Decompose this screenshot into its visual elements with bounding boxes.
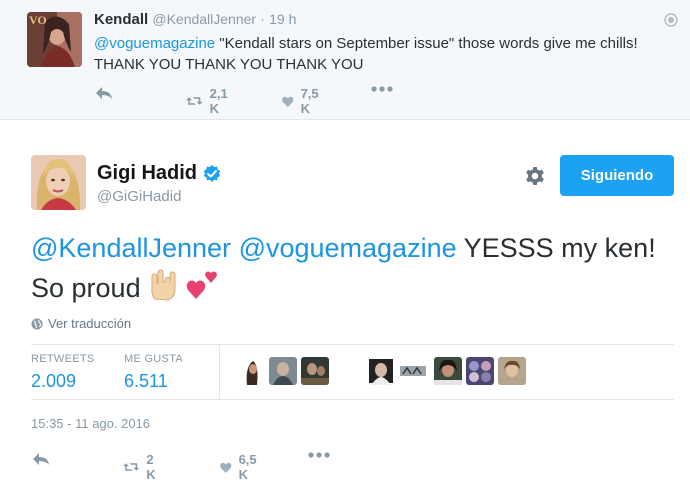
reply-icon [33, 453, 49, 465]
tweet-text: @KendallJenner @voguemagazine YESSS my k… [31, 228, 681, 308]
kendall-avatar[interactable]: VO [27, 12, 82, 67]
retweet-icon [186, 97, 203, 105]
verified-badge-icon [203, 164, 221, 182]
liker-avatar[interactable] [466, 357, 494, 385]
like-count: 6,5 K [238, 452, 257, 482]
like-button[interactable]: 6,5 K [220, 452, 261, 482]
retweet-count: 2,1 K [209, 86, 228, 116]
parent-tweet-header: Kendall @KendallJenner · 19 h [94, 11, 296, 28]
gear-icon[interactable] [524, 165, 546, 187]
reply-button[interactable] [31, 452, 51, 466]
retweets-stat[interactable]: RETWEETS 2.009 [31, 353, 95, 392]
chevron-down-icon[interactable] [664, 13, 678, 27]
parent-tweet-time[interactable]: 19 h [269, 11, 296, 27]
globe-icon [31, 318, 43, 329]
parent-author-name[interactable]: Kendall [94, 11, 148, 28]
author-name[interactable]: Gigi Hadid [97, 162, 221, 185]
two-hearts-emoji [186, 271, 217, 299]
translate-label: Ver traducción [48, 316, 132, 331]
liker-avatar[interactable] [239, 357, 267, 385]
mention-voguemagazine[interactable]: @voguemagazine [94, 35, 215, 52]
liker-avatar[interactable] [269, 357, 297, 385]
reply-button[interactable] [94, 86, 114, 100]
heart-icon [282, 96, 294, 107]
retweet-button[interactable]: 2 K [123, 452, 161, 482]
author-handle[interactable]: @GiGiHadid [97, 188, 181, 205]
like-button[interactable]: 7,5 K [282, 86, 323, 116]
liker-avatar[interactable] [498, 357, 526, 385]
parent-tweet-text: @voguemagazine "Kendall stars on Septemb… [94, 33, 664, 75]
liker-avatar[interactable] [367, 357, 395, 385]
liker-avatar[interactable] [434, 357, 462, 385]
liker-avatar[interactable] [301, 357, 329, 385]
mention-voguemagazine[interactable]: @voguemagazine [239, 233, 457, 263]
tweet-timestamp[interactable]: 15:35 - 11 ago. 2016 [31, 416, 150, 431]
retweet-button[interactable]: 2,1 K [186, 86, 233, 116]
separator-dot: · [260, 11, 265, 27]
author-name-text: Gigi Hadid [97, 162, 197, 184]
heart-icon [220, 462, 232, 473]
rock-on-hand-emoji [151, 269, 176, 301]
parent-tweet[interactable]: VO Kendall @KendallJenner · 19 h @voguem… [0, 0, 690, 120]
likes-label: ME GUSTA [124, 353, 184, 365]
retweets-label: RETWEETS [31, 353, 95, 365]
more-button[interactable] [371, 86, 393, 92]
svg-text:VO: VO [29, 13, 47, 27]
retweet-count: 2 K [146, 452, 156, 482]
retweets-value: 2.009 [31, 371, 77, 391]
like-count: 7,5 K [300, 86, 319, 116]
parent-author-handle[interactable]: @KendallJenner [152, 11, 256, 27]
liker-avatar[interactable] [399, 357, 427, 385]
more-icon [371, 86, 393, 92]
more-button[interactable] [308, 452, 330, 458]
following-button[interactable]: Siguiendo [560, 155, 674, 196]
gigi-avatar[interactable] [31, 155, 86, 210]
stats-divider [219, 345, 220, 399]
retweet-icon [123, 463, 140, 471]
tweet-stats: RETWEETS 2.009 ME GUSTA 6.511 [31, 344, 674, 400]
likes-value: 6.511 [124, 371, 168, 391]
reply-icon [96, 87, 112, 99]
translate-link[interactable]: Ver traducción [31, 316, 131, 331]
mention-kendalljenner[interactable]: @KendallJenner [31, 233, 231, 263]
more-icon [308, 452, 330, 458]
likes-stat[interactable]: ME GUSTA 6.511 [124, 353, 183, 392]
